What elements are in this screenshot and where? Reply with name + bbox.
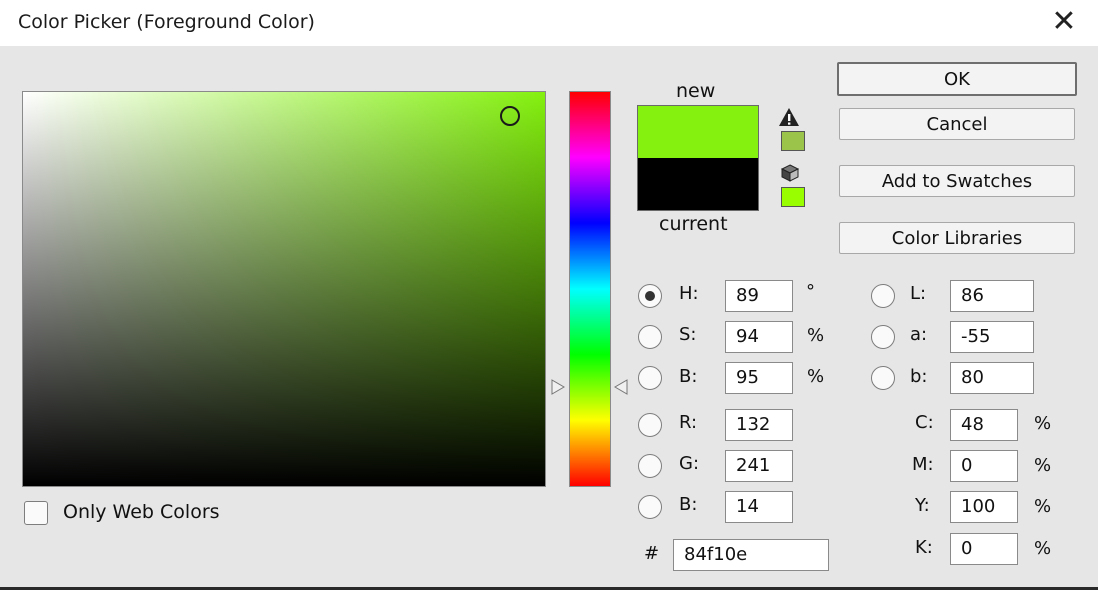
brightness-unit: % [807, 366, 825, 387]
hex-label: # [644, 543, 660, 564]
green-radio[interactable] [638, 454, 662, 478]
cyan-label: C: [915, 412, 934, 433]
lightness-label: L: [910, 283, 927, 304]
hue-unit: ° [806, 281, 815, 302]
red-label: R: [679, 412, 698, 433]
saturation-radio[interactable] [638, 325, 662, 349]
lightness-radio[interactable] [871, 284, 895, 308]
yellow-field[interactable]: 100 [950, 491, 1018, 523]
hue-slider-right-arrow-icon[interactable] [614, 379, 628, 395]
cyan-unit: % [1034, 413, 1052, 434]
saturation-label: S: [679, 324, 697, 345]
hue-field[interactable]: 89 [725, 280, 793, 312]
blue-label: B: [679, 494, 698, 515]
blue-radio[interactable] [638, 495, 662, 519]
current-color-swatch[interactable] [638, 158, 758, 210]
new-label: new [676, 80, 716, 102]
hue-slider-left-arrow-icon[interactable] [551, 379, 565, 395]
cyan-field[interactable]: 48 [950, 409, 1018, 441]
magenta-field[interactable]: 0 [950, 450, 1018, 482]
black-field[interactable]: 0 [950, 533, 1018, 565]
saturation-field[interactable]: 94 [725, 321, 793, 353]
magenta-label: M: [912, 454, 934, 475]
magenta-unit: % [1034, 455, 1052, 476]
saturation-unit: % [807, 325, 825, 346]
only-web-colors-label: Only Web Colors [63, 501, 220, 523]
black-label: K: [915, 537, 933, 558]
black-unit: % [1034, 538, 1052, 559]
cube-icon [780, 164, 800, 182]
warning-icon [779, 108, 799, 126]
add-to-swatches-button[interactable]: Add to Swatches [839, 165, 1075, 197]
only-web-colors-checkbox[interactable] [24, 501, 48, 525]
brightness-field[interactable]: 95 [725, 362, 793, 394]
lightness-field[interactable]: 86 [950, 280, 1034, 312]
b-channel-label: b: [910, 366, 928, 387]
hue-radio[interactable] [638, 284, 662, 308]
brightness-radio[interactable] [638, 366, 662, 390]
b-channel-field[interactable]: 80 [950, 362, 1034, 394]
color-marker[interactable] [500, 106, 520, 126]
in-gamut-color-swatch[interactable] [781, 131, 805, 151]
green-label: G: [679, 453, 700, 474]
brightness-label: B: [679, 366, 698, 387]
red-radio[interactable] [638, 413, 662, 437]
hue-slider[interactable] [569, 91, 611, 487]
current-label: current [659, 213, 728, 235]
color-comparison [637, 105, 759, 211]
a-channel-label: a: [910, 324, 928, 345]
hue-label: H: [679, 283, 699, 304]
close-icon[interactable]: ✕ [1044, 4, 1084, 40]
hex-field[interactable]: 84f10e [673, 539, 829, 571]
green-field[interactable]: 241 [725, 450, 793, 482]
new-color-swatch [638, 106, 758, 158]
a-channel-field[interactable]: -55 [950, 321, 1034, 353]
b-channel-radio[interactable] [871, 366, 895, 390]
a-channel-radio[interactable] [871, 325, 895, 349]
red-field[interactable]: 132 [725, 409, 793, 441]
blue-field[interactable]: 14 [725, 491, 793, 523]
color-libraries-button[interactable]: Color Libraries [839, 222, 1075, 254]
window-title: Color Picker (Foreground Color) [18, 11, 315, 33]
cancel-button[interactable]: Cancel [839, 108, 1075, 140]
ok-button[interactable]: OK [837, 62, 1077, 96]
saturation-brightness-field[interactable] [22, 91, 546, 487]
web-safe-color-swatch[interactable] [781, 187, 805, 207]
yellow-unit: % [1034, 496, 1052, 517]
title-bar: Color Picker (Foreground Color) ✕ [0, 0, 1098, 46]
yellow-label: Y: [915, 495, 930, 516]
